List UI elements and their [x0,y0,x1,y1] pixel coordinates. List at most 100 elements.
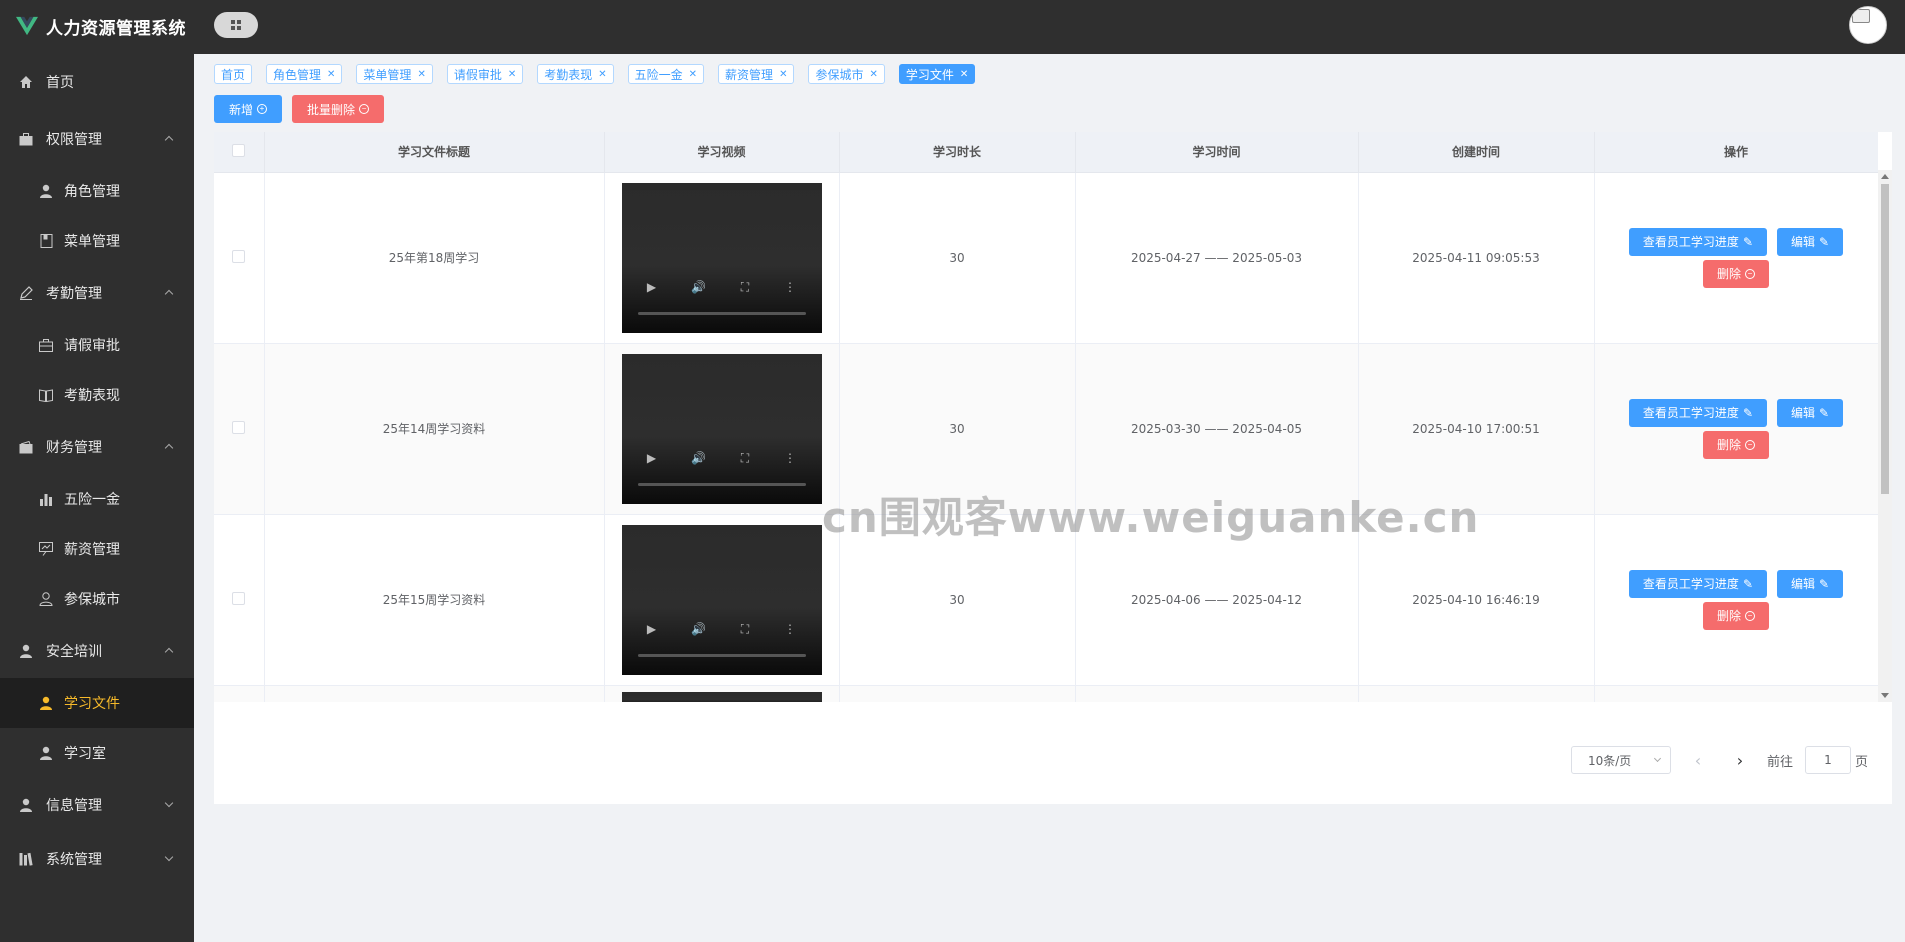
row-checkbox[interactable] [232,591,246,605]
video-player[interactable]: ▶ 🔊 ⛶ ⋮ [621,353,822,504]
batch-delete-label: 批量删除 [307,102,356,117]
delete-button[interactable]: 删除 − [1702,430,1769,459]
scroll-up-arrow-icon[interactable] [1881,174,1889,179]
view-progress-label: 查看员工学习进度 [1642,577,1739,591]
video-player[interactable] [621,691,822,702]
menu-group-finance[interactable]: 财务管理 [0,420,194,474]
tag-attendance[interactable]: 考勤表现 ✕ [537,64,614,84]
period-cell: 2025-03-30 —— 2025-04-05 [1075,343,1359,515]
select-all-checkbox[interactable] [232,143,246,157]
actions-cell: 查看员工学习进度 ✎ 编辑 ✎ 删除 − [1594,514,1878,686]
goto-page-input[interactable] [1804,746,1851,774]
tag-leave[interactable]: 请假审批 ✕ [446,64,524,84]
sidebar-item-label: 学习文件 [64,696,120,712]
period-cell: 2025-04-27 —— 2025-05-03 [1075,172,1359,344]
scrollbar-thumb[interactable] [1881,184,1889,494]
menu-group-permission[interactable]: 权限管理 [0,112,194,166]
page-size-select[interactable]: 10条/页 [1570,746,1671,774]
close-icon[interactable]: ✕ [960,69,968,80]
row-checkbox[interactable] [232,420,246,434]
view-progress-button[interactable]: 查看员工学习进度 ✎ [1628,569,1767,598]
row-select-cell [214,685,265,702]
prev-page-button[interactable]: ‹ [1683,746,1713,774]
video-player[interactable]: ▶ 🔊 ⛶ ⋮ [621,524,822,675]
bar-chart-icon [38,491,54,507]
more-icon[interactable]: ⋮ [784,622,796,637]
menu-group-attendance[interactable]: 考勤管理 [0,266,194,320]
close-icon[interactable]: ✕ [779,69,787,80]
fullscreen-icon[interactable]: ⛶ [741,451,749,466]
play-icon[interactable]: ▶ [647,451,656,466]
sidebar-item-label: 五险一金 [64,492,120,508]
sidebar-item-insurance[interactable]: 五险一金 [0,474,194,524]
close-icon[interactable]: ✕ [508,69,516,80]
video-player[interactable]: ▶ 🔊 ⛶ ⋮ [621,182,822,333]
edit-button[interactable]: 编辑 ✎ [1777,569,1844,598]
pen-icon [18,285,34,301]
column-header[interactable]: 学习视频 [604,132,840,173]
column-header[interactable]: 学习时间 [1075,132,1359,173]
tag-roles[interactable]: 角色管理 ✕ [266,64,343,84]
column-header[interactable]: 学习时长 [839,132,1076,173]
collapse-sidebar-button[interactable] [214,12,258,38]
batch-delete-button[interactable]: 批量删除 − [292,95,385,123]
close-icon[interactable]: ✕ [417,69,425,80]
sidebar-item-leave[interactable]: 请假审批 [0,320,194,370]
close-icon[interactable]: ✕ [598,69,606,80]
volume-icon[interactable]: 🔊 [691,451,706,466]
tag-home[interactable]: 首页 [214,64,253,84]
view-progress-button[interactable]: 查看员工学习进度 ✎ [1628,227,1767,256]
sidebar-item-insured-city[interactable]: 参保城市 [0,574,194,624]
close-icon[interactable]: ✕ [327,69,335,80]
tag-label: 请假审批 [453,67,502,82]
scroll-down-arrow-icon[interactable] [1881,693,1889,698]
column-header[interactable]: 学习文件标题 [264,132,605,173]
more-icon[interactable]: ⋮ [784,451,796,466]
fullscreen-icon[interactable]: ⛶ [741,622,749,637]
more-icon[interactable]: ⋮ [784,280,796,295]
delete-button[interactable]: 删除 − [1702,259,1769,288]
column-header[interactable]: 创建时间 [1358,132,1595,173]
tag-city[interactable]: 参保城市 ✕ [808,64,885,84]
menu-group-info[interactable]: 信息管理 [0,778,194,832]
edit-icon: ✎ [1742,405,1753,420]
play-icon[interactable]: ▶ [647,280,656,295]
play-icon[interactable]: ▶ [647,622,656,637]
next-page-button[interactable]: › [1725,746,1755,774]
volume-icon[interactable]: 🔊 [691,622,706,637]
sidebar-item-menus[interactable]: 菜单管理 [0,216,194,266]
video-progress-bar[interactable] [637,653,806,657]
sidebar-item-salary[interactable]: 薪资管理 [0,524,194,574]
add-button[interactable]: 新增 + [214,95,283,123]
menu-home[interactable]: 首页 [0,52,194,112]
sidebar-item-study-room[interactable]: 学习室 [0,728,194,778]
sidebar-item-roles[interactable]: 角色管理 [0,166,194,216]
minus-circle-icon: − [1745,439,1755,450]
close-icon[interactable]: ✕ [869,69,877,80]
menu-group-training[interactable]: 安全培训 [0,624,194,678]
video-progress-bar[interactable] [637,311,806,315]
sidebar-item-study-files[interactable]: 学习文件 [0,678,194,728]
view-progress-button[interactable]: 查看员工学习进度 ✎ [1628,398,1767,427]
book-icon [38,387,54,403]
tag-salary[interactable]: 薪资管理 ✕ [718,64,795,84]
avatar[interactable] [1849,6,1887,44]
add-button-label: 新增 [229,102,254,117]
table-row-partial [214,685,1878,702]
close-icon[interactable]: ✕ [689,69,697,80]
fullscreen-icon[interactable]: ⛶ [741,280,749,295]
edit-button[interactable]: 编辑 ✎ [1777,398,1844,427]
delete-button[interactable]: 删除 − [1702,601,1769,630]
row-checkbox[interactable] [232,249,246,263]
volume-icon[interactable]: 🔊 [691,280,706,295]
table-scrollbar[interactable] [1878,170,1892,702]
video-progress-bar[interactable] [637,482,806,486]
tag-menus[interactable]: 菜单管理 ✕ [356,64,433,84]
video-controls: ▶ 🔊 ⛶ ⋮ [622,451,822,466]
sidebar-item-attendance-performance[interactable]: 考勤表现 [0,370,194,420]
menu-group-system[interactable]: 系统管理 [0,832,194,886]
delete-label: 删除 [1716,438,1741,452]
edit-button[interactable]: 编辑 ✎ [1777,227,1844,256]
tag-insurance[interactable]: 五险一金 ✕ [627,64,705,84]
tag-study-files[interactable]: 学习文件 ✕ [898,64,976,84]
